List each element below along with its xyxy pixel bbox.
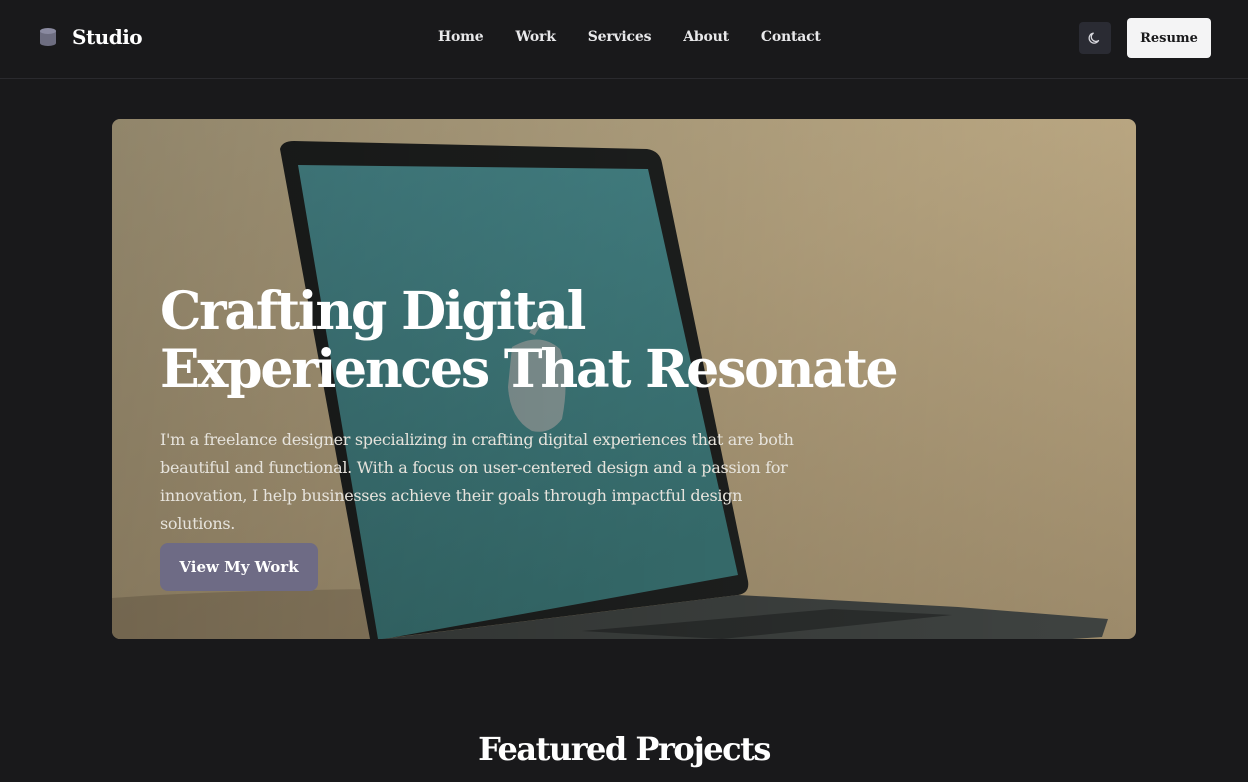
brand-name: Studio xyxy=(72,25,143,49)
nav-link-work[interactable]: Work xyxy=(516,29,556,45)
main-nav: Home Work Services About Contact xyxy=(438,26,821,48)
featured-projects-heading: Featured Projects xyxy=(478,730,771,768)
nav-link-contact[interactable]: Contact xyxy=(761,29,821,45)
resume-button[interactable]: Resume xyxy=(1127,18,1211,58)
nav-link-home[interactable]: Home xyxy=(438,29,484,45)
hero-banner: Crafting Digital Experiences That Resona… xyxy=(112,119,1136,639)
brand-logo[interactable]: Studio xyxy=(38,22,143,52)
moon-icon xyxy=(1088,32,1100,44)
top-navbar: Studio Home Work Services About Contact … xyxy=(0,0,1248,79)
nav-link-about[interactable]: About xyxy=(683,29,729,45)
theme-toggle-button[interactable] xyxy=(1079,22,1111,54)
database-icon xyxy=(40,28,56,46)
nav-link-services[interactable]: Services xyxy=(588,29,652,45)
hero-title: Crafting Digital Experiences That Resona… xyxy=(160,281,899,400)
view-my-work-button[interactable]: View My Work xyxy=(160,543,318,591)
hero-subtitle: I'm a freelance designer specializing in… xyxy=(160,430,794,533)
